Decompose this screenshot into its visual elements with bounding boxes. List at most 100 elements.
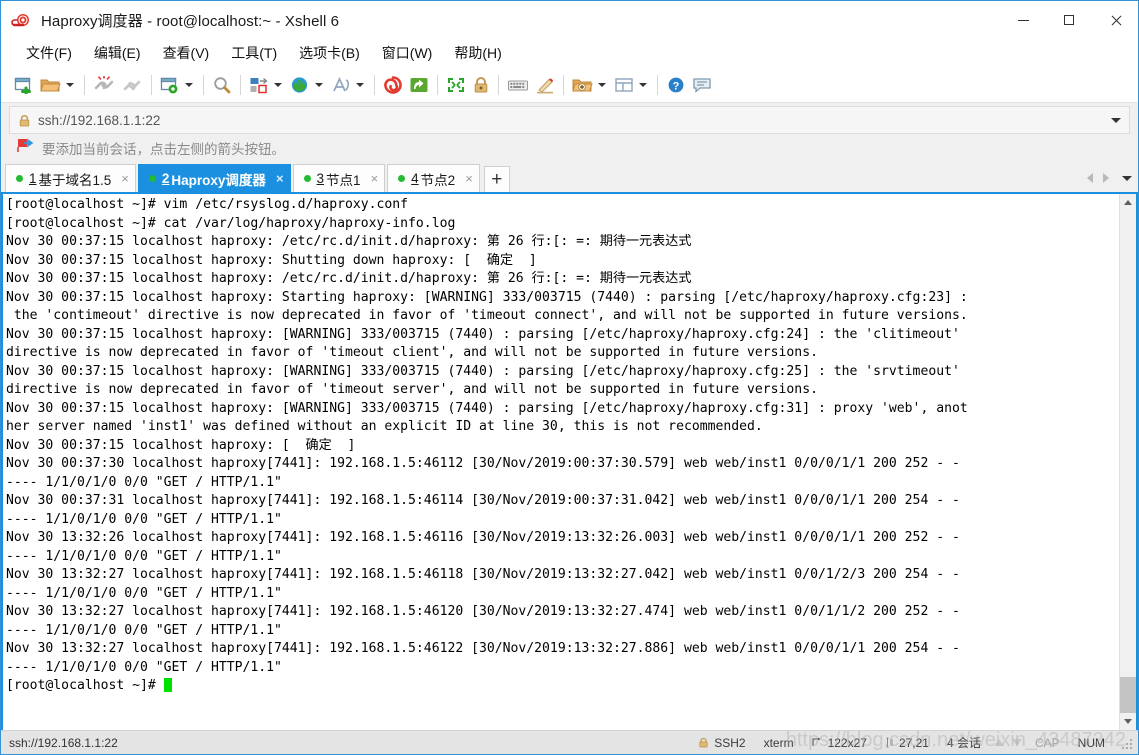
maximize-button[interactable]	[1046, 1, 1092, 39]
disconnect-icon	[94, 75, 114, 89]
menu-window[interactable]: 窗口(W)	[371, 41, 444, 65]
status-size-label: 122x27	[827, 735, 867, 750]
open-session-button[interactable]	[37, 70, 64, 100]
chat-button[interactable]	[689, 70, 715, 100]
add-folder-caret-icon[interactable]	[598, 82, 606, 87]
chevron-down-icon[interactable]	[1111, 117, 1121, 123]
xshell-window: Haproxy调度器 - root@localhost:~ - Xshell 6…	[0, 0, 1139, 755]
terminal-line: Nov 30 00:37:15 localhost haproxy: [WARN…	[6, 363, 960, 379]
terminal-line: ---- 1/1/0/1/0 0/0 "GET / HTTP/1.1"	[6, 511, 282, 527]
session-properties-button[interactable]	[157, 70, 183, 100]
minimize-icon	[1017, 19, 1029, 21]
menu-view[interactable]: 查看(V)	[152, 41, 221, 65]
menu-edit[interactable]: 编辑(E)	[83, 41, 152, 65]
split-view-caret-icon[interactable]	[639, 82, 647, 87]
transfer-layout-button[interactable]	[246, 70, 272, 100]
menu-help[interactable]: 帮助(H)	[443, 41, 512, 65]
lock-icon	[474, 76, 488, 92]
terminal-line: Nov 30 13:32:27 localhost haproxy[7441]:…	[6, 641, 960, 656]
lock-button[interactable]	[469, 70, 493, 100]
split-view-button[interactable]	[611, 70, 637, 100]
terminal-line: Nov 30 00:37:31 localhost haproxy[7441]:…	[6, 493, 960, 508]
lock-icon	[698, 737, 709, 748]
tab-nav	[1082, 164, 1138, 192]
tab-close-icon[interactable]: ×	[276, 171, 284, 186]
close-button[interactable]	[1092, 1, 1138, 39]
upload-arrow-icon	[993, 739, 1004, 746]
window-title: Haproxy调度器 - root@localhost:~ - Xshell 6	[41, 12, 340, 30]
tab-close-icon[interactable]: ×	[121, 171, 129, 186]
scrollbar-track[interactable]	[1120, 211, 1136, 713]
tab-label: 节点2	[420, 172, 456, 188]
triangle-right-icon[interactable]	[1103, 173, 1109, 183]
open-session-caret-icon[interactable]	[66, 82, 74, 87]
font-icon	[333, 76, 350, 91]
close-icon	[1110, 15, 1121, 26]
download-arrow-icon	[1011, 739, 1022, 746]
toolbar-separator	[240, 74, 241, 95]
snail-icon	[11, 9, 33, 31]
terminal-line: Nov 30 13:32:26 localhost haproxy[7441]:…	[6, 530, 960, 545]
compose-button[interactable]	[532, 70, 558, 100]
status-size: 122x27	[803, 736, 876, 750]
terminal-line: directive is now deprecated in favor of …	[6, 382, 818, 397]
tab-close-icon[interactable]: ×	[371, 171, 379, 186]
address-bar[interactable]: ssh://192.168.1.1:22	[9, 106, 1130, 134]
font-caret-icon[interactable]	[356, 82, 364, 87]
help-button[interactable]: ?	[663, 70, 689, 100]
address-input[interactable]: ssh://192.168.1.1:22	[38, 113, 160, 128]
menu-tabs[interactable]: 选项卡(B)	[288, 41, 371, 65]
font-button[interactable]	[328, 70, 354, 100]
scroll-down-button[interactable]	[1120, 713, 1136, 730]
status-url: ssh://192.168.1.1:22	[9, 735, 118, 750]
scroll-up-button[interactable]	[1120, 194, 1136, 211]
globe-caret-icon[interactable]	[315, 82, 323, 87]
status-cap: CAP	[1034, 735, 1060, 750]
disconnect-button[interactable]	[90, 70, 118, 100]
xftp-button[interactable]	[406, 70, 432, 100]
tab-number: 4	[411, 171, 419, 186]
split-view-icon	[615, 77, 633, 92]
triangle-left-icon[interactable]	[1087, 173, 1093, 183]
tab-session-2[interactable]: 2 Haproxy调度器 ×	[137, 164, 291, 192]
scrollbar-thumb[interactable]	[1120, 677, 1136, 713]
find-button[interactable]	[209, 70, 235, 100]
new-session-button[interactable]	[11, 70, 37, 100]
transfer-layout-caret-icon[interactable]	[274, 82, 282, 87]
terminal-scrollbar[interactable]	[1119, 194, 1136, 730]
lock-icon	[18, 114, 31, 127]
terminal-line: [root@localhost ~]# vim /etc/rsyslog.d/h…	[6, 197, 409, 212]
new-tab-button[interactable]: +	[483, 166, 510, 192]
keyboard-button[interactable]	[504, 70, 532, 100]
resize-grip-icon[interactable]	[1120, 737, 1132, 749]
tab-session-1[interactable]: 1 基于域名1.5 ×	[5, 164, 136, 192]
tab-number: 1	[29, 171, 37, 186]
session-properties-caret-icon[interactable]	[185, 82, 193, 87]
terminal-output[interactable]: [root@localhost ~]# vim /etc/rsyslog.d/h…	[3, 194, 1119, 730]
tab-session-3[interactable]: 3 节点1 ×	[292, 164, 386, 192]
status-protocol: SSH2	[689, 736, 754, 750]
terminal-line: Nov 30 00:37:15 localhost haproxy: /etc/…	[6, 234, 692, 249]
chevron-down-icon[interactable]	[1122, 175, 1132, 181]
add-folder-icon	[572, 79, 593, 91]
compose-pen-icon	[537, 77, 554, 93]
menu-tools[interactable]: 工具(T)	[220, 41, 288, 65]
menu-file[interactable]: 文件(F)	[15, 41, 83, 65]
xshell-button[interactable]	[380, 70, 406, 100]
tab-label: Haproxy调度器	[171, 172, 266, 188]
terminal-line: ---- 1/1/0/1/0 0/0 "GET / HTTP/1.1"	[6, 474, 282, 490]
reconnect-button[interactable]	[118, 70, 146, 100]
tab-bar: 1 基于域名1.5 × 2 Haproxy调度器 × 3 节点1 × 4 节点2…	[1, 162, 1138, 192]
globe-button[interactable]	[287, 70, 313, 100]
add-folder-button[interactable]	[569, 70, 596, 100]
tab-session-4[interactable]: 4 节点2 ×	[387, 164, 480, 192]
fullscreen-icon	[448, 77, 464, 92]
status-sessions: 4 会话	[946, 736, 981, 750]
fullscreen-button[interactable]	[443, 70, 469, 100]
terminal-line: ---- 1/1/0/1/0 0/0 "GET / HTTP/1.1"	[6, 622, 282, 638]
toolbar-separator	[374, 74, 375, 95]
notice-text: 要添加当前会话，点击左侧的箭头按钮。	[42, 142, 285, 157]
tab-close-icon[interactable]: ×	[465, 171, 473, 186]
status-cursor-label: 27,21	[898, 735, 929, 750]
minimize-button[interactable]	[1000, 1, 1046, 39]
